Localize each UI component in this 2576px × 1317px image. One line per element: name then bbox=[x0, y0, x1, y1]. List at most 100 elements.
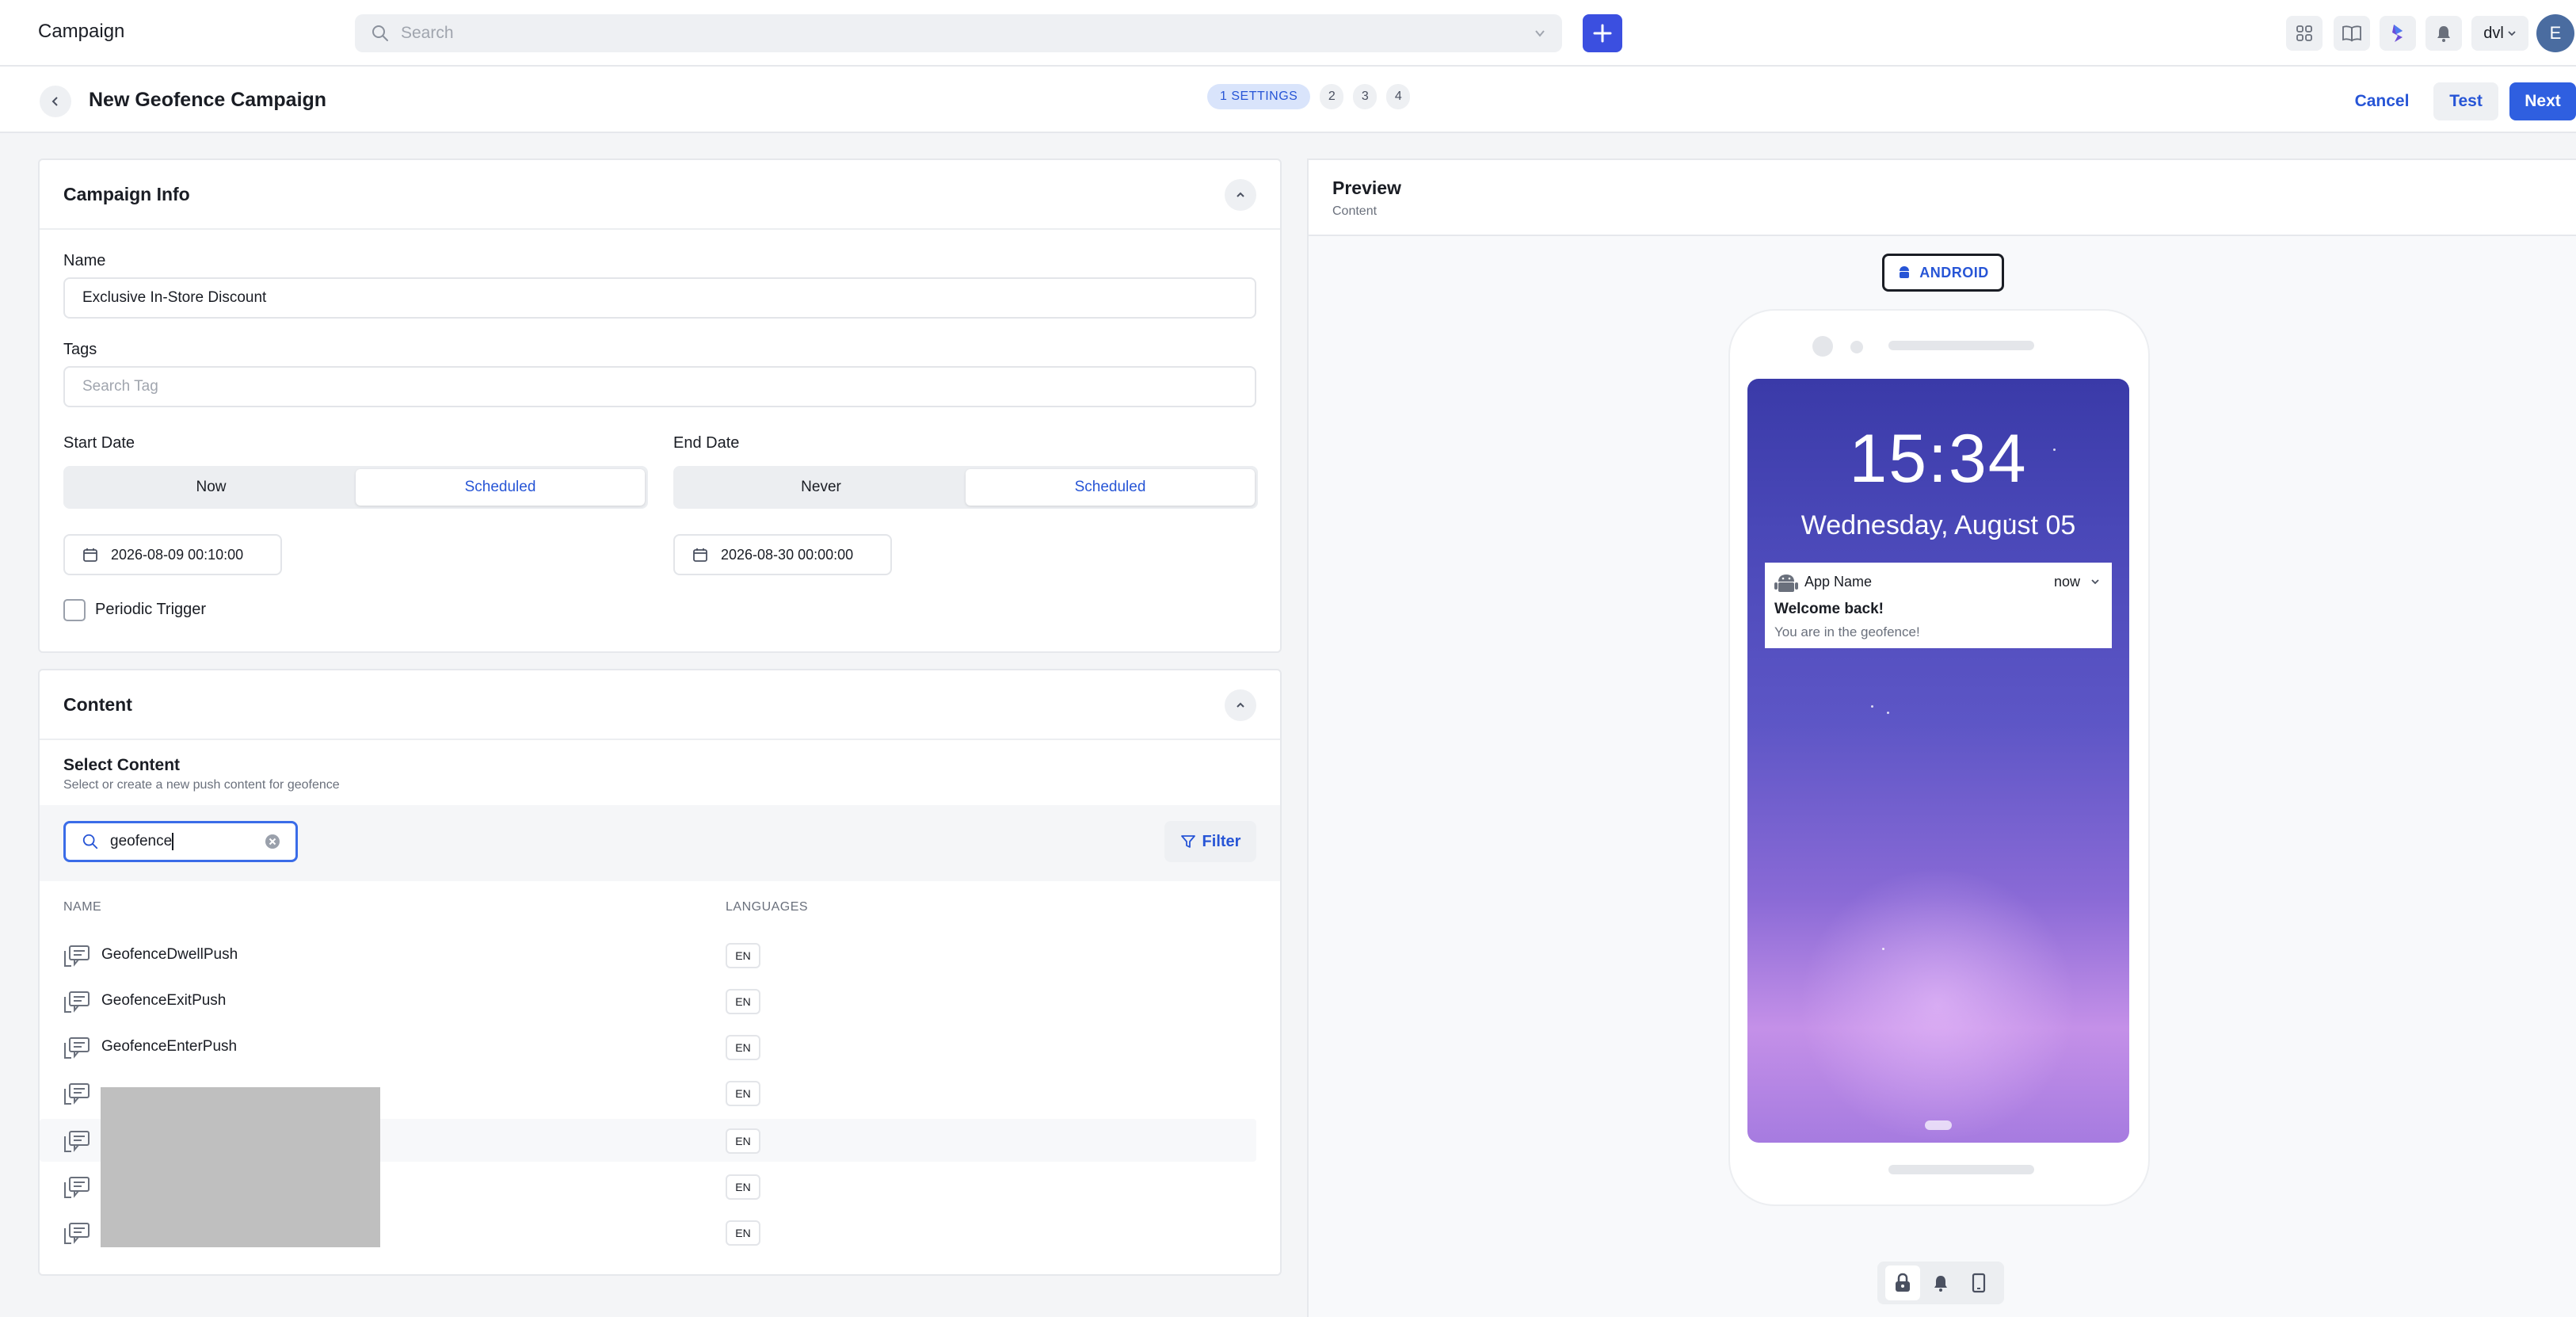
notification-title: Welcome back! bbox=[1774, 601, 1884, 617]
lock-screen-date: Wednesday, August 05 bbox=[1801, 510, 2076, 540]
android-icon bbox=[1897, 265, 1911, 281]
create-button[interactable] bbox=[1583, 14, 1622, 52]
cancel-button[interactable]: Cancel bbox=[2345, 82, 2419, 120]
phone-mockup: 15:34 Wednesday, August 05 App Name now … bbox=[1730, 311, 2148, 1204]
search-icon bbox=[82, 833, 99, 850]
global-search-input[interactable] bbox=[401, 14, 1494, 52]
column-header-name[interactable]: NAME bbox=[63, 900, 101, 914]
wallpaper-glow bbox=[1795, 870, 2080, 1139]
language-badge: EN bbox=[726, 1035, 760, 1060]
step-2[interactable]: 2 bbox=[1320, 84, 1344, 109]
chevron-down-icon bbox=[2507, 29, 2517, 37]
periodic-trigger-label: Periodic Trigger bbox=[95, 601, 207, 618]
filter-icon bbox=[1180, 834, 1196, 849]
chevron-up-icon bbox=[1235, 190, 1246, 200]
filter-button[interactable]: Filter bbox=[1164, 821, 1256, 862]
push-notification: App Name now Welcome back! You are in th… bbox=[1765, 563, 2112, 648]
content-title: Content bbox=[63, 694, 132, 715]
test-button[interactable]: Test bbox=[2433, 82, 2498, 120]
next-button[interactable]: Next bbox=[2509, 82, 2576, 120]
content-search-value: geofence bbox=[110, 833, 173, 849]
plus-icon bbox=[1592, 23, 1613, 44]
end-date-picker[interactable]: 2026-08-30 00:00:00 bbox=[673, 534, 892, 575]
name-label: Name bbox=[63, 252, 106, 269]
language-badge: EN bbox=[726, 1128, 760, 1154]
android-platform-tab[interactable]: ANDROID bbox=[1882, 254, 2004, 292]
content-search-input[interactable]: geofence bbox=[63, 821, 298, 862]
push-message-icon bbox=[63, 1176, 90, 1200]
step-3[interactable]: 3 bbox=[1353, 84, 1378, 109]
collapse-content-button[interactable] bbox=[1225, 689, 1256, 721]
chevron-up-icon bbox=[1235, 700, 1246, 710]
content-name: GeofenceExitPush bbox=[101, 992, 227, 1009]
calendar-icon bbox=[692, 547, 708, 563]
end-scheduled-option[interactable]: Scheduled bbox=[966, 469, 1255, 506]
notifications-button[interactable] bbox=[2425, 16, 2462, 51]
step-4[interactable]: 4 bbox=[1386, 84, 1411, 109]
page-title: New Geofence Campaign bbox=[89, 89, 327, 111]
brand-button[interactable] bbox=[2380, 16, 2416, 51]
end-date-value: 2026-08-30 00:00:00 bbox=[721, 546, 854, 563]
apps-grid-button[interactable] bbox=[2286, 16, 2323, 51]
back-button[interactable] bbox=[40, 86, 71, 117]
brand-icon bbox=[2388, 23, 2407, 44]
language-badge: EN bbox=[726, 1174, 760, 1200]
tags-label: Tags bbox=[63, 341, 97, 358]
step-indicator: 1 SETTINGS 2 3 4 bbox=[1207, 84, 1411, 109]
clear-icon[interactable] bbox=[264, 833, 281, 850]
periodic-trigger-checkbox[interactable] bbox=[63, 599, 86, 621]
user-avatar[interactable]: E bbox=[2536, 14, 2574, 52]
start-now-option[interactable]: Now bbox=[67, 469, 356, 506]
tags-field[interactable]: Search Tag bbox=[63, 366, 1256, 407]
push-message-icon bbox=[63, 1036, 90, 1060]
home-bar bbox=[1888, 1165, 2034, 1174]
chevron-down-icon[interactable] bbox=[1534, 28, 1546, 39]
table-row[interactable]: GeofenceEnterPush EN bbox=[40, 1025, 1256, 1068]
end-never-option[interactable]: Never bbox=[676, 469, 966, 506]
content-name: GeofenceDwellPush bbox=[101, 946, 238, 963]
bell-icon bbox=[1932, 1273, 1949, 1292]
top-bar: Campaign dvl bbox=[0, 0, 2576, 67]
notification-view-button[interactable] bbox=[1923, 1265, 1958, 1300]
content-header: Content bbox=[40, 670, 1280, 740]
android-tab-label: ANDROID bbox=[1919, 264, 1989, 281]
column-header-languages[interactable]: LANGUAGES bbox=[726, 900, 808, 914]
language-badge: EN bbox=[726, 1220, 760, 1246]
docs-button[interactable] bbox=[2334, 16, 2370, 51]
step-settings[interactable]: 1 SETTINGS bbox=[1207, 84, 1311, 109]
table-row[interactable]: GeofenceDwellPush EN bbox=[40, 933, 1256, 976]
filter-label: Filter bbox=[1202, 832, 1241, 850]
start-scheduled-option[interactable]: Scheduled bbox=[356, 469, 645, 506]
content-name: GeofenceEnterPush bbox=[101, 1038, 238, 1055]
preview-mode-toolbar bbox=[1877, 1262, 2004, 1304]
push-message-icon bbox=[63, 945, 90, 968]
campaign-info-header: Campaign Info bbox=[40, 160, 1280, 230]
select-content-description: Select or create a new push content for … bbox=[63, 778, 340, 792]
star-dot bbox=[1882, 948, 1884, 950]
android-icon bbox=[1774, 572, 1798, 594]
chevron-down-icon bbox=[2090, 577, 2101, 586]
select-content-title: Select Content bbox=[63, 756, 181, 774]
end-date-label: End Date bbox=[673, 434, 740, 452]
notification-body: You are in the geofence! bbox=[1774, 624, 1920, 639]
org-switcher[interactable]: dvl bbox=[2471, 16, 2528, 51]
collapse-campaign-info-button[interactable] bbox=[1225, 179, 1256, 211]
text-caret bbox=[172, 833, 174, 850]
start-date-picker[interactable]: 2026-08-09 00:10:00 bbox=[63, 534, 282, 575]
sensor-dot bbox=[1850, 341, 1863, 353]
chevron-left-icon bbox=[50, 95, 61, 108]
lock-screen-view-button[interactable] bbox=[1885, 1265, 1920, 1300]
end-date-toggle: Never Scheduled bbox=[673, 466, 1258, 509]
preview-title: Preview bbox=[1332, 178, 1401, 198]
campaign-info-title: Campaign Info bbox=[63, 184, 190, 204]
name-field[interactable]: Exclusive In-Store Discount bbox=[63, 277, 1256, 319]
preview-panel: Preview Content ANDROID 15:34 Wednesday,… bbox=[1307, 158, 2576, 1317]
device-view-button[interactable] bbox=[1961, 1265, 1996, 1300]
table-row[interactable]: GeofenceExitPush EN bbox=[40, 979, 1256, 1022]
global-search[interactable] bbox=[355, 14, 1562, 52]
speaker-grill bbox=[1888, 341, 2034, 350]
search-icon bbox=[371, 24, 390, 43]
camera-dot bbox=[1812, 336, 1833, 357]
preview-header: Preview Content bbox=[1309, 160, 2576, 236]
bell-icon bbox=[2435, 24, 2452, 43]
